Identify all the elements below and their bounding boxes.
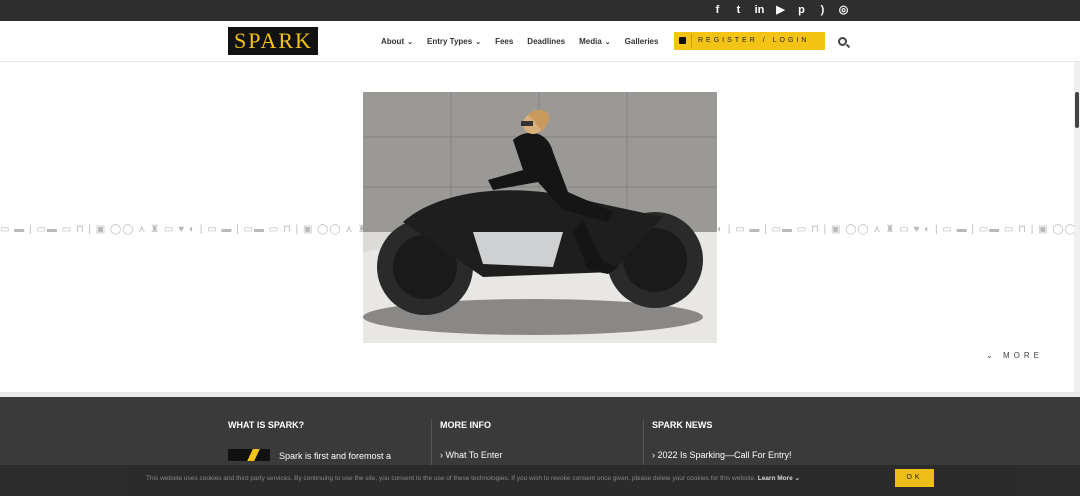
chevron-down-icon: ⌄ — [986, 351, 1003, 360]
instagram-icon[interactable]: ◎ — [837, 4, 850, 17]
footer-col-spark-news: SPARK NEWS › 2022 Is Sparking—Call For E… — [652, 420, 792, 460]
top-social-bar: f t in ▶ p ) ◎ — [0, 0, 1080, 21]
footer-separator — [643, 419, 644, 467]
footer-heading: MORE INFO — [440, 420, 491, 430]
nav-item-media[interactable]: Media ⌄ — [579, 37, 611, 46]
footer-text: Spark is first and foremost a — [279, 451, 392, 461]
nav-label: Media — [579, 37, 602, 46]
main-nav: About ⌄ Entry Types ⌄ Fees Deadlines Media… — [381, 21, 658, 62]
linkedin-icon[interactable]: in — [753, 4, 766, 17]
register-login-button[interactable]: REGISTER / LOGIN — [674, 32, 825, 50]
cookie-message: This website uses cookies and third part… — [146, 475, 756, 482]
decorative-pattern-left: ▭ ▬ | ▭▬ ▭ ⊓ | ▣ ◯◯ ⋏ ♜ ▭ ♥ ◐ | ▭ ▬ | ▭▬… — [0, 224, 363, 235]
nav-item-deadlines[interactable]: Deadlines — [527, 37, 565, 46]
decorative-pattern-right: ◐ | ▭ ▬ | ▭▬ ▭ ⊓ | ▣ ◯◯ ⋏ ♜ ▭ ♥ ◐ | ▭ ▬ … — [717, 224, 1074, 235]
register-label: REGISTER / LOGIN — [698, 37, 810, 44]
chevron-down-icon: ⌄ — [475, 39, 482, 46]
scrollbar-thumb[interactable] — [1075, 92, 1079, 128]
footer-separator — [431, 419, 432, 467]
nav-item-entry-types[interactable]: Entry Types ⌄ — [427, 37, 481, 46]
youtube-icon[interactable]: ▶ — [774, 4, 787, 17]
rss-icon[interactable]: ) — [816, 4, 829, 17]
nav-label: Entry Types — [426, 37, 473, 46]
more-link[interactable]: ⌄ MORE — [986, 351, 1043, 360]
footer-link-news[interactable]: › 2022 Is Sparking—Call For Entry! — [652, 450, 792, 460]
divider — [691, 34, 692, 48]
motorcycle-rider-image — [363, 92, 717, 343]
spark-logo[interactable]: SPARK — [228, 27, 318, 55]
footer-col-what-is-spark: WHAT IS SPARK? — [228, 420, 304, 430]
footer-heading: SPARK NEWS — [652, 420, 713, 430]
chevron-down-icon: ⌄ — [604, 39, 611, 46]
nav-label: About — [381, 37, 405, 46]
footer-link-what-to-enter[interactable]: › What To Enter — [440, 450, 502, 460]
facebook-icon[interactable]: f — [711, 4, 724, 17]
learn-more-link[interactable]: Learn More ⌄ — [758, 475, 800, 482]
spark-mini-logo — [228, 449, 270, 461]
nav-item-about[interactable]: About ⌄ — [381, 37, 413, 46]
more-label: MORE — [1002, 351, 1043, 360]
twitter-icon[interactable]: t — [732, 4, 745, 17]
cookie-text: This website uses cookies and third part… — [146, 474, 800, 482]
site-header: SPARK About ⌄ Entry Types ⌄ Fees Deadlines… — [0, 21, 1080, 62]
footer-heading: WHAT IS SPARK? — [228, 420, 305, 430]
hero-image-motorcycle[interactable] — [363, 92, 717, 343]
nav-item-galleries[interactable]: Galleries — [625, 37, 659, 46]
social-links: f t in ▶ p ) ◎ — [711, 4, 850, 17]
cookie-banner: This website uses cookies and third part… — [0, 465, 1080, 496]
footer-col1-text: Spark is first and foremost a — [279, 451, 391, 461]
cookie-ok-button[interactable]: OK — [895, 469, 934, 487]
pinterest-icon[interactable]: p — [795, 4, 808, 17]
chevron-down-icon: ⌄ — [407, 39, 413, 46]
nav-item-fees[interactable]: Fees — [495, 37, 513, 46]
lock-icon — [679, 37, 686, 44]
search-icon[interactable] — [838, 37, 847, 46]
footer-col-more-info: MORE INFO › What To Enter — [440, 420, 502, 460]
